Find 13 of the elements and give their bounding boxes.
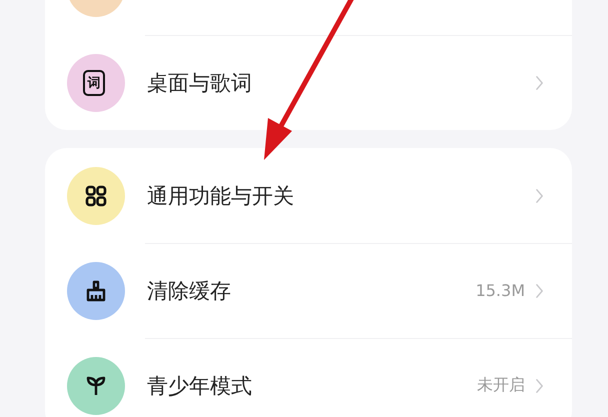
grid-icon	[84, 184, 108, 208]
chevron-right-icon	[535, 188, 544, 204]
item-value: 15.3M	[476, 281, 525, 300]
menu-item-label[interactable]: 桌面与歌词	[147, 68, 252, 96]
menu-item-label[interactable]: 通用功能与开关	[147, 182, 294, 210]
menu-item-label[interactable]: 清除缓存	[147, 276, 231, 304]
chevron-right-icon	[535, 282, 544, 298]
item-value: 未开启	[477, 375, 525, 396]
chevron-right-icon	[535, 74, 544, 90]
chevron-right-icon	[535, 378, 544, 394]
broom-icon	[84, 278, 108, 302]
menu-item-label[interactable]: 青少年模式	[147, 372, 252, 400]
lyrics-icon: 词	[83, 70, 105, 96]
